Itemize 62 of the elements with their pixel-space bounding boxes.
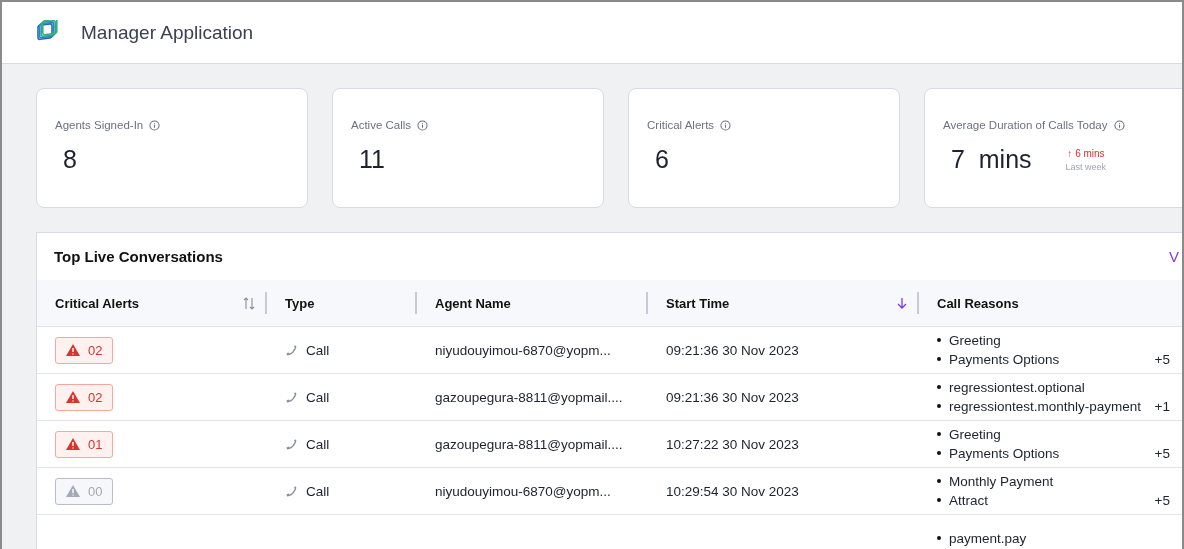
info-icon	[1113, 119, 1125, 131]
trend-period: Last week	[1065, 161, 1107, 172]
agent-cell: gazoupegura-8811@yopmail....	[435, 436, 623, 452]
call-reason: Greeting	[937, 427, 1001, 442]
start-time-cell: 09:21:36 30 Nov 2023	[666, 342, 799, 358]
alert-badge: 00	[55, 477, 114, 505]
phone-icon	[285, 390, 298, 404]
panel-title: Top Live Conversations	[54, 248, 223, 265]
alert-badge: 02	[55, 383, 114, 411]
phone-icon	[285, 484, 298, 498]
type-cell: Call	[306, 342, 330, 358]
alert-badge: 01	[55, 430, 114, 458]
column-header[interactable]: Critical Alerts	[55, 295, 140, 311]
agent-cell: niyudouyimou-6870@yopm...	[435, 483, 611, 499]
column-header[interactable]: Start Time	[666, 295, 730, 311]
warning-icon	[66, 391, 80, 403]
start-time-cell: 10:29:54 30 Nov 2023	[666, 483, 799, 499]
warning-icon	[66, 485, 80, 497]
type-cell: Call	[306, 436, 330, 452]
call-reason: regressiontest.optional	[937, 380, 1085, 395]
call-reason: regressiontest.monthly-payment	[937, 399, 1142, 414]
more-count: +1	[1154, 399, 1170, 414]
warning-icon	[66, 344, 80, 356]
app-title: Manager Application	[81, 21, 254, 44]
sort-icon[interactable]	[243, 296, 255, 310]
more-count: +5	[1154, 446, 1170, 461]
call-reason: payment.pay	[937, 530, 1027, 546]
start-time-cell: 10:27:22 30 Nov 2023	[666, 436, 799, 452]
type-cell: Call	[306, 483, 330, 499]
stat-label: Agents Signed-In	[55, 119, 144, 131]
call-reason: Greeting	[937, 333, 1001, 348]
phone-icon	[285, 343, 298, 357]
trend-arrow-icon: ↑	[1067, 147, 1073, 159]
info-icon	[720, 119, 732, 131]
warning-icon	[66, 438, 80, 450]
sort-descending-icon[interactable]	[897, 297, 907, 309]
stat-label: Active Calls	[351, 119, 412, 131]
column-header[interactable]: Type	[285, 295, 315, 311]
view-link[interactable]: V	[1169, 248, 1179, 265]
call-reason: Attract	[937, 493, 988, 508]
phone-icon	[285, 437, 298, 451]
info-icon	[417, 119, 429, 131]
stat-value: 6	[655, 145, 669, 174]
call-reason: Payments Options	[937, 352, 1060, 367]
info-icon	[149, 119, 161, 131]
stat-label: Average Duration of Calls Today	[943, 119, 1108, 131]
trend-value: 6 mins	[1075, 147, 1105, 159]
call-reason: Monthly Payment	[937, 474, 1054, 489]
stat-label: Critical Alerts	[647, 119, 715, 131]
stat-value: 7 mins	[951, 145, 1032, 174]
agent-cell: niyudouyimou-6870@yopm...	[435, 342, 611, 358]
column-header[interactable]: Call Reasons	[937, 295, 1019, 311]
agent-cell: gazoupegura-8811@yopmail....	[435, 389, 623, 405]
stat-value: 11	[359, 145, 385, 174]
stat-value: 8	[63, 145, 77, 174]
more-count: +5	[1154, 352, 1170, 367]
start-time-cell: 09:21:36 30 Nov 2023	[666, 389, 799, 405]
type-cell: Call	[306, 389, 330, 405]
alert-badge: 02	[55, 336, 114, 364]
more-count: +5	[1154, 493, 1170, 508]
column-header[interactable]: Agent Name	[435, 295, 511, 311]
call-reason: Payments Options	[937, 446, 1060, 461]
